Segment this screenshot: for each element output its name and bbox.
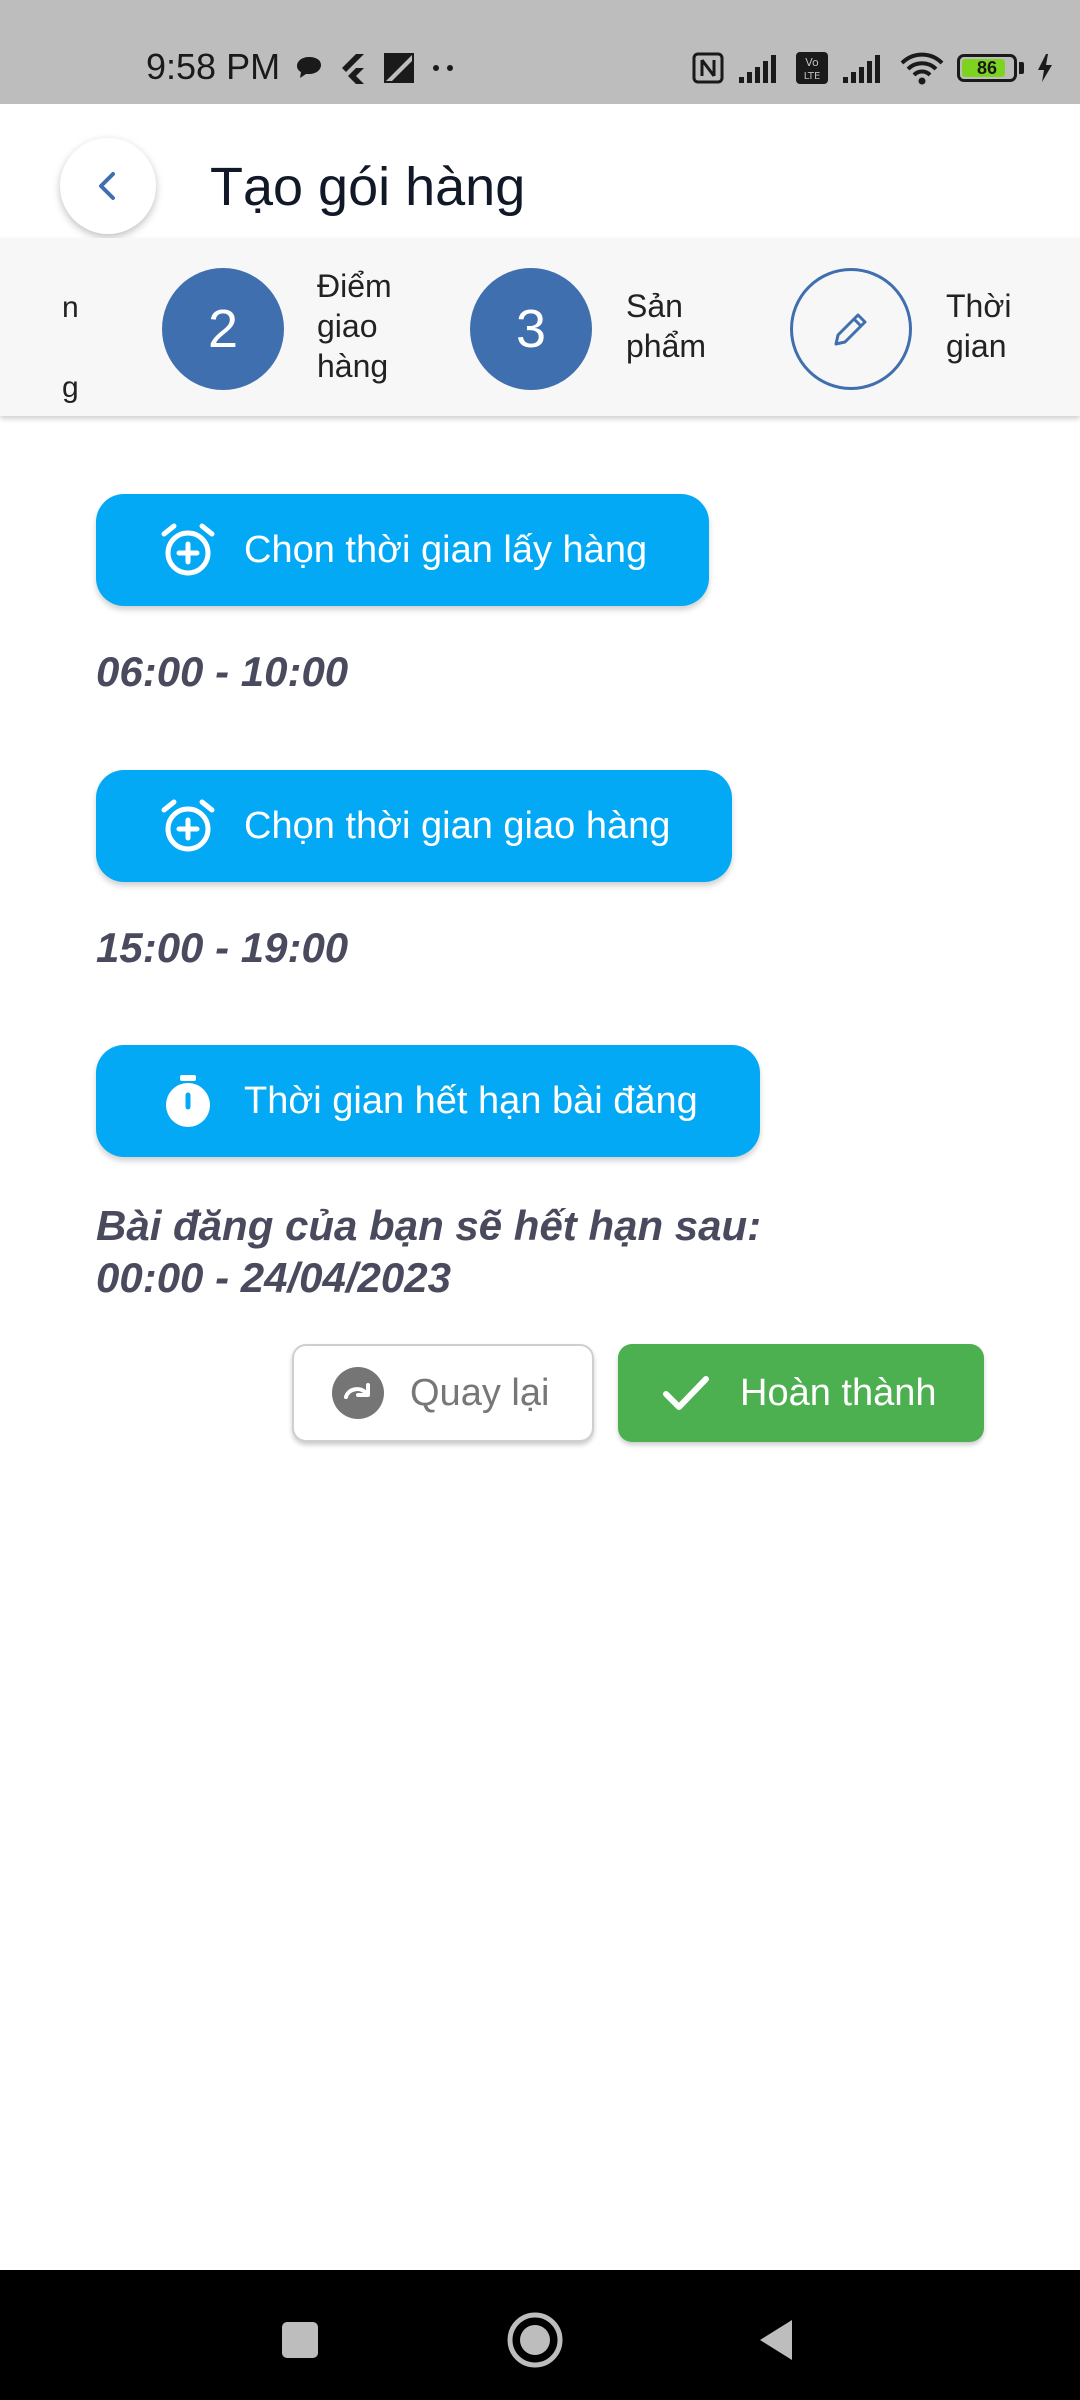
go-back-button[interactable]: Quay lại [292,1344,594,1442]
home-button[interactable] [505,2310,565,2370]
pickup-time-range: 06:00 - 10:00 [96,648,349,695]
status-right-icons: Vo LTE 86 [691,48,1054,88]
alarm-add-icon [160,798,216,854]
expiry-info-line2: 00:00 - 24/04/2023 [96,1254,451,1301]
nfc-icon [692,52,724,84]
chevron-left-icon [99,172,115,200]
expiry-button-label: Thời gian hết hạn bài đăng [244,1079,698,1122]
step-3-circle[interactable]: 3 [470,268,592,390]
alarm-add-icon [160,522,216,578]
step-partial-label[interactable]: n g [62,268,79,416]
post-expiry-time-button[interactable]: Thời gian hết hạn bài đăng [96,1045,760,1157]
delivery-time-range: 15:00 - 19:00 [96,924,349,971]
complete-button[interactable]: Hoàn thành [618,1344,984,1442]
status-left-icons [294,48,458,88]
stepper[interactable]: n g 2 Điểm giao hàng 3 Sản phẩm Thời gia… [0,238,1080,416]
volte-icon: Vo LTE [796,52,828,84]
status-time: 9:58 PM [146,46,281,87]
check-icon [663,1376,709,1410]
battery-cap [1019,62,1024,74]
back-button[interactable] [60,138,156,234]
flutter-icon [342,54,364,84]
back-nav-button[interactable] [746,2310,806,2370]
step-4-circle[interactable] [790,268,912,390]
svg-text:Vo: Vo [805,56,819,69]
signal-icon [739,55,776,83]
step-2-label[interactable]: Điểm giao hàng [317,266,392,386]
expiry-info: Bài đăng của bạn sẽ hết hạn sau: 00:00 -… [96,1200,761,1304]
app-bar: Tạo gói hàng [0,104,1080,238]
step-2-circle[interactable]: 2 [162,268,284,390]
square-icon [282,2322,318,2358]
expiry-info-line1: Bài đăng của bạn sẽ hết hạn sau: [96,1202,762,1249]
recents-button[interactable] [270,2310,330,2370]
wifi-icon [900,52,944,85]
battery-icon: 86 [957,54,1017,82]
step-3-label[interactable]: Sản phẩm [626,286,706,366]
delivery-button-label: Chọn thời gian giao hàng [244,804,671,847]
charging-icon [1038,54,1052,82]
battery-level: 86 [976,57,998,78]
image-icon [384,53,414,83]
chat-bubble-icon [297,57,321,78]
system-nav-bar [0,2270,1080,2400]
pencil-icon [834,313,867,346]
go-back-label: Quay lại [410,1371,550,1414]
svg-text:LTE: LTE [804,71,821,82]
more-dots-icon [433,65,453,71]
home-circle-icon [507,2312,563,2368]
select-delivery-time-button[interactable]: Chọn thời gian giao hàng [96,770,733,882]
triangle-back-icon [760,2320,792,2360]
redo-circle-icon [332,1367,384,1419]
signal-icon [843,55,880,83]
status-bar: 9:58 PM Vo LTE 86 [0,0,1080,104]
select-pickup-time-button[interactable]: Chọn thời gian lấy hàng [96,494,710,606]
pickup-button-label: Chọn thời gian lấy hàng [244,528,648,571]
step-4-label[interactable]: Thời gian [946,286,1011,366]
page-title: Tạo gói hàng [210,157,526,217]
timer-icon [160,1073,216,1129]
complete-label: Hoàn thành [740,1371,937,1414]
